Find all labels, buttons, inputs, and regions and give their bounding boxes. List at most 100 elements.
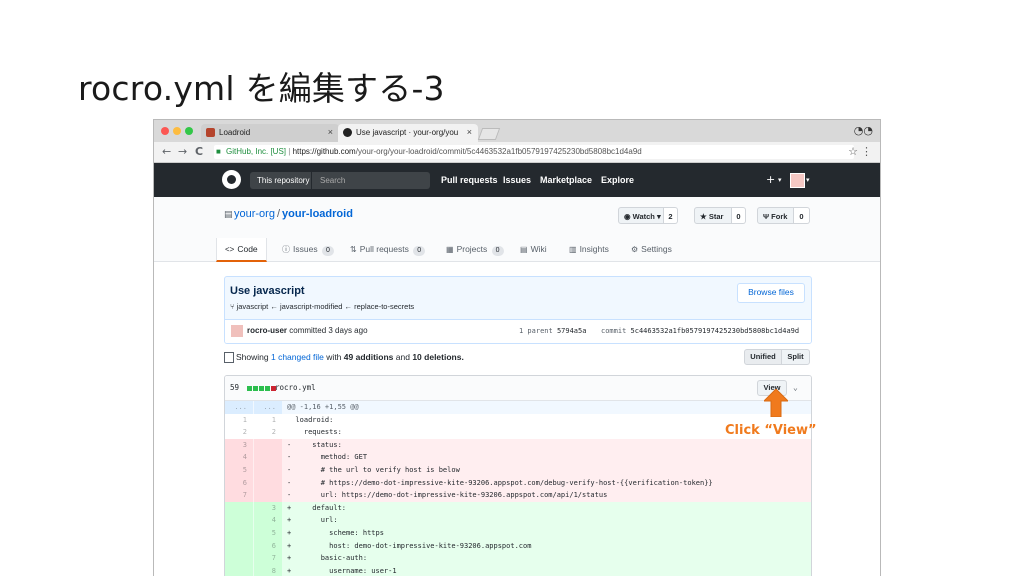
old-line-number[interactable] (225, 564, 253, 576)
new-line-number[interactable]: 1 (254, 414, 282, 427)
star-button[interactable]: ★ Star (694, 207, 732, 224)
changed-files-link[interactable]: 1 changed file (271, 352, 324, 362)
old-line-number[interactable]: 3 (225, 438, 253, 452)
new-line-number[interactable]: 6 (254, 539, 282, 553)
new-line-number[interactable] (254, 476, 282, 490)
new-line-number[interactable]: 7 (254, 552, 282, 565)
browser-menu-icon[interactable]: ⋮ (861, 145, 872, 158)
fork-count[interactable]: 0 (794, 207, 810, 224)
watch-button[interactable]: ◉ Watch ▾ (618, 207, 664, 224)
tab-label: Settings (641, 244, 672, 254)
old-line-number[interactable] (225, 501, 253, 515)
new-line-number[interactable]: 3 (254, 501, 282, 515)
watch-label: Watch ▾ (632, 212, 661, 221)
browser-window: Loadroid × Use javascript · your-org/you… (154, 120, 880, 576)
github-logo-icon[interactable] (222, 170, 241, 189)
forward-button[interactable]: → (178, 145, 187, 158)
additions-count: 49 additions (343, 352, 394, 362)
diff-line: 7 - url: https://demo-dot-impressive-kite… (225, 489, 811, 502)
split-view-button[interactable]: Split (781, 349, 810, 365)
new-line-number[interactable] (254, 438, 282, 452)
create-new-icon[interactable]: + (766, 163, 775, 197)
close-window-button[interactable] (161, 127, 169, 135)
new-line-number[interactable]: 4 (254, 514, 282, 527)
browser-tab-github[interactable]: Use javascript · your-org/you × (338, 124, 478, 142)
diff-line: 7 + basic-auth: (225, 552, 811, 565)
url-field[interactable]: ■ GitHub, Inc. [US] | https://github.com… (214, 145, 854, 159)
tab-label: Projects (456, 244, 488, 254)
tab-projects[interactable]: ▦ Projects 0 (446, 241, 504, 261)
old-line-number[interactable]: 1 (225, 414, 253, 427)
old-line-number[interactable] (225, 539, 253, 553)
chevron-down-icon[interactable]: ▾ (806, 163, 810, 197)
nav-marketplace[interactable]: Marketplace (540, 163, 592, 197)
tab-settings[interactable]: ⚙ Settings (631, 241, 672, 261)
star-count[interactable]: 0 (732, 207, 746, 224)
tab-insights[interactable]: ▥ Insights (569, 241, 609, 261)
nav-pull-requests[interactable]: Pull requests (441, 163, 498, 197)
new-line-number[interactable]: ... (254, 401, 282, 414)
unified-view-button[interactable]: Unified (744, 349, 782, 365)
new-line-number[interactable]: 8 (254, 564, 282, 576)
maximize-window-button[interactable] (185, 127, 193, 135)
tab-label: Use javascript · your-org/you (356, 128, 459, 137)
tab-code[interactable]: <> Code (216, 238, 267, 262)
fork-button[interactable]: Ψ Fork (757, 207, 794, 224)
avatar[interactable] (231, 325, 243, 337)
file-header: 59 rocro.yml View ⌄ (225, 376, 811, 401)
parent-sha-link[interactable]: 5794a5a (557, 327, 587, 335)
diffstat-block (253, 386, 258, 391)
browse-files-button[interactable]: Browse files (737, 283, 805, 303)
tab-label: Pull requests (359, 244, 409, 254)
new-line-number[interactable] (254, 489, 282, 502)
code-line: + username: user-1 (287, 566, 397, 575)
diff-line: 11 loadroid: (225, 413, 811, 427)
tab-wiki[interactable]: ▤ Wiki (520, 241, 547, 261)
old-line-number[interactable] (225, 552, 253, 565)
diff-line: 6 + host: demo-dot-impressive-kite-93206.… (225, 539, 811, 553)
old-line-number[interactable]: 7 (225, 489, 253, 502)
close-tab-icon[interactable]: × (467, 127, 472, 137)
avatar[interactable] (790, 173, 805, 188)
loadroid-favicon-icon (206, 128, 215, 137)
old-line-number[interactable]: 6 (225, 476, 253, 490)
chevron-down-icon[interactable]: ⌄ (793, 376, 798, 400)
lock-icon: ■ (216, 147, 221, 156)
chevron-down-icon[interactable]: ▾ (778, 163, 782, 197)
diff-line: 22 requests: (225, 426, 811, 439)
old-line-number[interactable] (225, 514, 253, 527)
close-tab-icon[interactable]: × (328, 127, 333, 137)
old-line-number[interactable]: ... (225, 401, 253, 414)
repo-title: your-org / your-loadroid (234, 208, 353, 220)
reload-button[interactable]: C (195, 145, 203, 158)
tab-pull-requests[interactable]: ⇅ Pull requests 0 (350, 241, 426, 261)
url-host: https://github.com (292, 147, 356, 156)
bookmark-star-icon[interactable]: ☆ (848, 145, 858, 158)
watch-count[interactable]: 2 (664, 207, 678, 224)
old-line-number[interactable] (225, 527, 253, 540)
minimize-window-button[interactable] (173, 127, 181, 135)
new-line-number[interactable]: 2 (254, 426, 282, 439)
search-input[interactable]: This repository Search (250, 172, 430, 189)
nav-explore[interactable]: Explore (601, 163, 634, 197)
back-button[interactable]: ← (162, 145, 171, 158)
old-line-number[interactable]: 5 (225, 464, 253, 477)
tab-label: Wiki (530, 244, 547, 254)
file-name: rocro.yml (275, 383, 316, 392)
profile-icon[interactable]: ◔◔ (854, 124, 873, 137)
old-line-number[interactable]: 4 (225, 451, 253, 464)
browser-tab-loadroid[interactable]: Loadroid × (201, 124, 339, 142)
old-line-number[interactable]: 2 (225, 426, 253, 439)
tab-issues[interactable]: ⓘ Issues 0 (282, 241, 334, 261)
new-line-number[interactable] (254, 464, 282, 477)
github-header: This repository Search Pull requests Iss… (154, 163, 880, 197)
new-tab-button[interactable] (477, 128, 501, 140)
repo-name-link[interactable]: your-loadroid (282, 208, 353, 220)
repo-owner-link[interactable]: your-org (234, 208, 275, 220)
nav-issues[interactable]: Issues (503, 163, 531, 197)
author-link[interactable]: rocro-user (247, 326, 287, 335)
new-line-number[interactable]: 5 (254, 527, 282, 540)
new-line-number[interactable] (254, 451, 282, 464)
commit-branches: ⑂ javascript ← javascript-modified ← rep… (230, 302, 414, 311)
code-line: - # https://demo-dot-impressive-kite-932… (287, 478, 713, 487)
